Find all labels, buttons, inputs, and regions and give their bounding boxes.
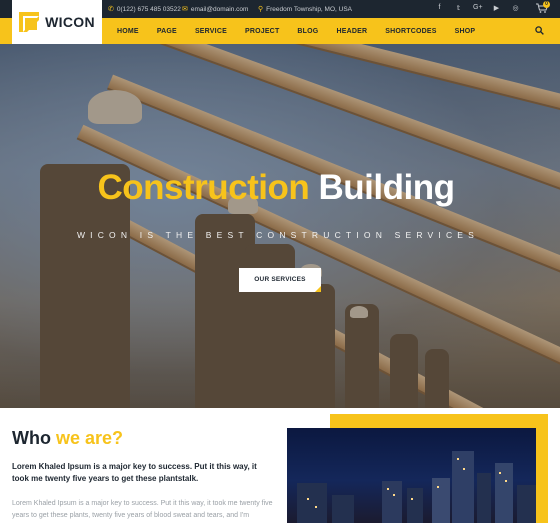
hero-subtitle: WICON IS THE BEST CONSTRUCTION SERVICES <box>76 230 480 240</box>
map-pin-icon: ⚲ <box>258 6 264 13</box>
address-info: ⚲ Freedom Township, MO, USA <box>258 5 352 14</box>
social-links: f 𝕥 G+ ▶ ◎ <box>435 4 520 12</box>
phone-info: ✆ 0(122) 675 485 03522 <box>108 5 181 14</box>
youtube-icon[interactable]: ▶ <box>492 4 501 12</box>
hero-title: Construction Building <box>0 168 552 208</box>
nav-item-page[interactable]: PAGE <box>148 28 186 35</box>
phone-icon: ✆ <box>108 6 114 13</box>
hero-overlay <box>0 44 560 408</box>
button-corner-accent <box>315 286 321 292</box>
hero-title-highlight: Construction <box>97 168 310 207</box>
hero-banner: Construction Building WICON IS THE BEST … <box>0 44 560 408</box>
facebook-icon[interactable]: f <box>435 4 444 12</box>
main-nav: HOME PAGE SERVICE PROJECT BLOG HEADER SH… <box>108 18 484 44</box>
about-heading: Who we are? <box>12 428 123 449</box>
about-section: Who we are? Lorem Khaled Ipsum is a majo… <box>0 408 560 523</box>
twitter-icon[interactable]: 𝕥 <box>454 4 463 12</box>
nav-item-header[interactable]: HEADER <box>327 28 376 35</box>
our-services-button-label: OUR SERVICES <box>254 276 306 283</box>
email-info[interactable]: ✉ email@domain.com <box>182 5 249 14</box>
nav-item-service[interactable]: SERVICE <box>186 28 236 35</box>
nav-item-project[interactable]: PROJECT <box>236 28 288 35</box>
google-plus-icon[interactable]: G+ <box>473 4 483 12</box>
hero-title-rest: Building <box>318 168 455 207</box>
cart-count-badge: 0 <box>543 1 550 8</box>
phone-text: 0(122) 675 485 03522 <box>116 5 181 13</box>
email-text[interactable]: email@domain.com <box>191 6 249 13</box>
nav-item-home[interactable]: HOME <box>108 28 148 35</box>
address-text: Freedom Township, MO, USA <box>266 5 352 13</box>
about-lead-text: Lorem Khaled Ipsum is a major key to suc… <box>12 462 257 483</box>
about-city-image <box>287 428 536 523</box>
logo-mark-icon <box>19 12 40 32</box>
our-services-button[interactable]: OUR SERVICES <box>239 268 321 292</box>
search-icon[interactable] <box>535 26 544 35</box>
about-heading-dark: Who <box>12 428 51 448</box>
nav-item-shortcodes[interactable]: SHORTCODES <box>376 28 445 35</box>
email-icon: ✉ <box>182 6 188 13</box>
nav-item-blog[interactable]: BLOG <box>288 28 327 35</box>
about-heading-highlight: we are? <box>56 428 124 448</box>
logo-text: WICON <box>45 14 95 30</box>
instagram-icon[interactable]: ◎ <box>511 4 520 12</box>
about-body-text: Lorem Khaled Ipsum is a major key to suc… <box>12 500 273 519</box>
nav-item-shop[interactable]: SHOP <box>446 28 485 35</box>
site-logo[interactable]: WICON <box>12 0 102 44</box>
